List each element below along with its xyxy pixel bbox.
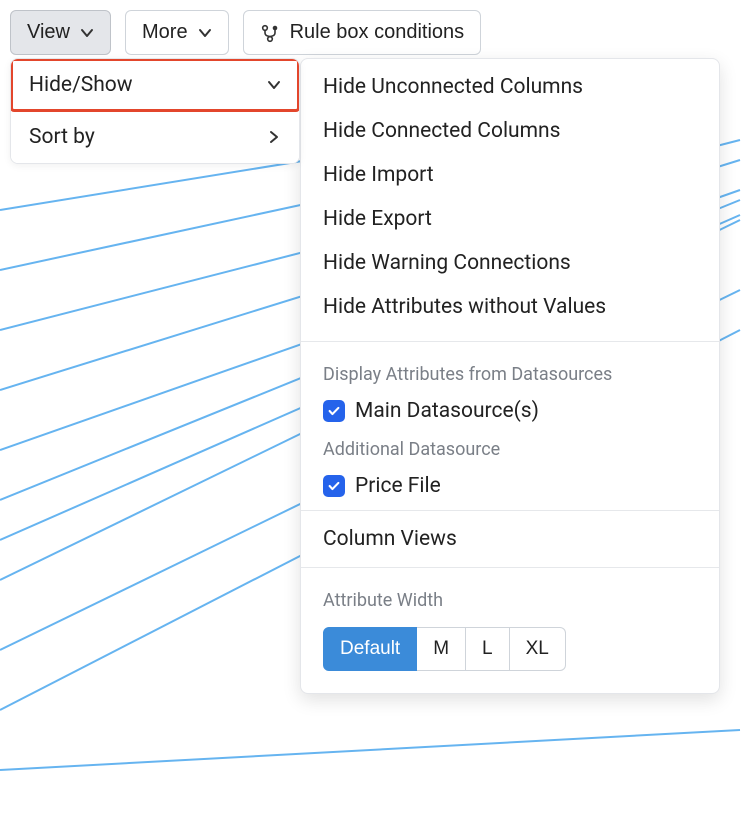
view-button[interactable]: View [10,10,111,55]
checkbox-price-file[interactable]: Price File [301,468,719,504]
width-option-m[interactable]: M [417,627,466,671]
branch-icon [260,23,280,43]
width-option-l[interactable]: L [466,627,510,671]
chevron-down-icon [80,26,94,40]
hide-show-label: Hide/Show [29,73,133,97]
divider [301,567,719,568]
display-attributes-heading: Display Attributes from Datasources [301,348,719,393]
view-dropdown-menu: Hide/Show Sort by [10,58,300,164]
chevron-down-icon [198,26,212,40]
width-option-default[interactable]: Default [323,627,417,671]
attribute-width-heading: Attribute Width [301,574,719,619]
chevron-down-icon [267,78,281,92]
checkbox-checked-icon [323,400,345,422]
checkbox-checked-icon [323,475,345,497]
submenu-hide-warning-connections[interactable]: Hide Warning Connections [301,241,719,285]
submenu-hide-export[interactable]: Hide Export [301,197,719,241]
submenu-hide-import[interactable]: Hide Import [301,153,719,197]
chevron-right-icon [267,130,281,144]
menu-item-hide-show[interactable]: Hide/Show [11,59,299,111]
attribute-width-group: Default M L XL [301,619,719,689]
price-file-label: Price File [355,474,441,498]
submenu-hide-attributes-without-values[interactable]: Hide Attributes without Values [301,285,719,329]
more-button[interactable]: More [125,10,229,55]
sort-by-label: Sort by [29,125,95,149]
divider [301,510,719,511]
more-label: More [142,21,188,44]
submenu-column-views[interactable]: Column Views [301,517,719,561]
additional-datasource-heading: Additional Datasource [301,429,719,468]
rule-box-conditions-button[interactable]: Rule box conditions [243,10,482,55]
width-option-xl[interactable]: XL [510,627,566,671]
checkbox-main-datasource[interactable]: Main Datasource(s) [301,393,719,429]
divider [301,341,719,342]
view-label: View [27,21,70,44]
rule-box-label: Rule box conditions [290,21,465,44]
submenu-hide-unconnected-columns[interactable]: Hide Unconnected Columns [301,65,719,109]
menu-item-sort-by[interactable]: Sort by [11,111,299,163]
hide-show-submenu: Hide Unconnected Columns Hide Connected … [300,58,720,694]
main-datasource-label: Main Datasource(s) [355,399,539,423]
submenu-hide-connected-columns[interactable]: Hide Connected Columns [301,109,719,153]
toolbar: View More Rule box conditions [0,0,744,65]
